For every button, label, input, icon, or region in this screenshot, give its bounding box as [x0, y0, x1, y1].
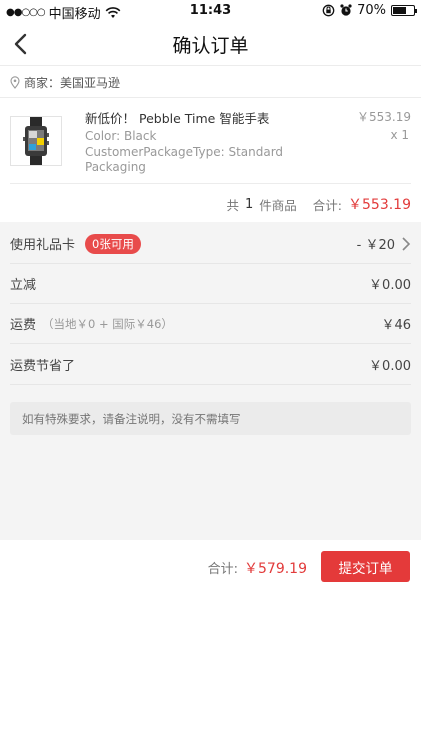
order-remark-input[interactable]: [10, 402, 411, 435]
grand-total-label: 合计:: [207, 562, 238, 577]
shipping-saved-label: 运费节省了: [10, 359, 76, 374]
alarm-clock-icon: [340, 4, 352, 16]
shipping-saved-value: ￥0.00: [369, 359, 411, 374]
gift-card-row[interactable]: 使用礼品卡 0张可用 - ￥20: [10, 224, 411, 264]
shipping-breakdown: （当地￥0 + 国际￥46）: [42, 316, 173, 331]
shipping-saved-row: 运费节省了 ￥0.00: [10, 345, 411, 385]
gift-card-available-badge: 0张可用: [85, 233, 141, 254]
product-quantity: x 1: [390, 128, 409, 142]
product-specs: Color: Black CustomerPackageType: Standa…: [85, 129, 305, 176]
shipping-label: 运费: [10, 318, 37, 333]
grand-total: 合计: ￥579.19: [208, 558, 307, 578]
order-summary: 共 1 件商品 合计: ￥553.19: [10, 186, 411, 222]
subtotal-label: 合计:: [312, 197, 342, 213]
smartwatch-image: [23, 117, 49, 165]
discount-label: 立减: [10, 278, 37, 293]
navigation-bar: 确认订单: [0, 22, 421, 66]
checkout-bar: 合计: ￥579.19 提交订单: [0, 540, 421, 595]
shipping-value: ￥46: [381, 318, 411, 333]
grand-total-value: ￥579.19: [244, 561, 307, 577]
product-spec-color: Color: Black: [85, 129, 157, 143]
status-right: 70%: [322, 3, 417, 18]
shipping-row: 运费 （当地￥0 + 国际￥46） ￥46: [10, 304, 411, 344]
page-title: 确认订单: [172, 35, 249, 57]
product-price: ￥553.19: [357, 110, 411, 124]
status-bar: ●●○○○ 中国移动 11:43 70%: [0, 0, 421, 22]
battery-icon: [391, 5, 417, 16]
gift-card-value: - ￥20: [356, 238, 395, 253]
battery-percent: 70%: [357, 3, 386, 18]
item-count-prefix: 共: [226, 197, 239, 213]
item-count: 1: [244, 196, 254, 212]
item-count-suffix: 件商品: [259, 197, 297, 213]
product-thumbnail: [10, 116, 62, 166]
product-item[interactable]: 新低价！ Pebble Time 智能手表 ￥553.19 x 1 Color:…: [10, 98, 411, 184]
product-spec-package-cont: Packaging: [85, 160, 146, 174]
gift-card-label: 使用礼品卡: [10, 238, 76, 253]
product-name: 新低价！ Pebble Time 智能手表: [85, 111, 270, 126]
battery-level: [393, 7, 407, 14]
chevron-right-icon: [402, 236, 411, 251]
submit-order-button[interactable]: 提交订单: [321, 551, 410, 582]
subtotal-value: ￥553.19: [348, 197, 411, 213]
discount-value: ￥0.00: [369, 278, 411, 293]
merchant-label: 商家：美国亚马逊: [24, 75, 121, 90]
discount-row: 立减 ￥0.00: [10, 264, 411, 304]
location-pin-icon: [10, 75, 20, 89]
merchant-row: 商家：美国亚马逊: [0, 67, 421, 98]
rotation-lock-icon: [322, 4, 335, 17]
product-spec-package: CustomerPackageType: Standard: [85, 144, 284, 159]
